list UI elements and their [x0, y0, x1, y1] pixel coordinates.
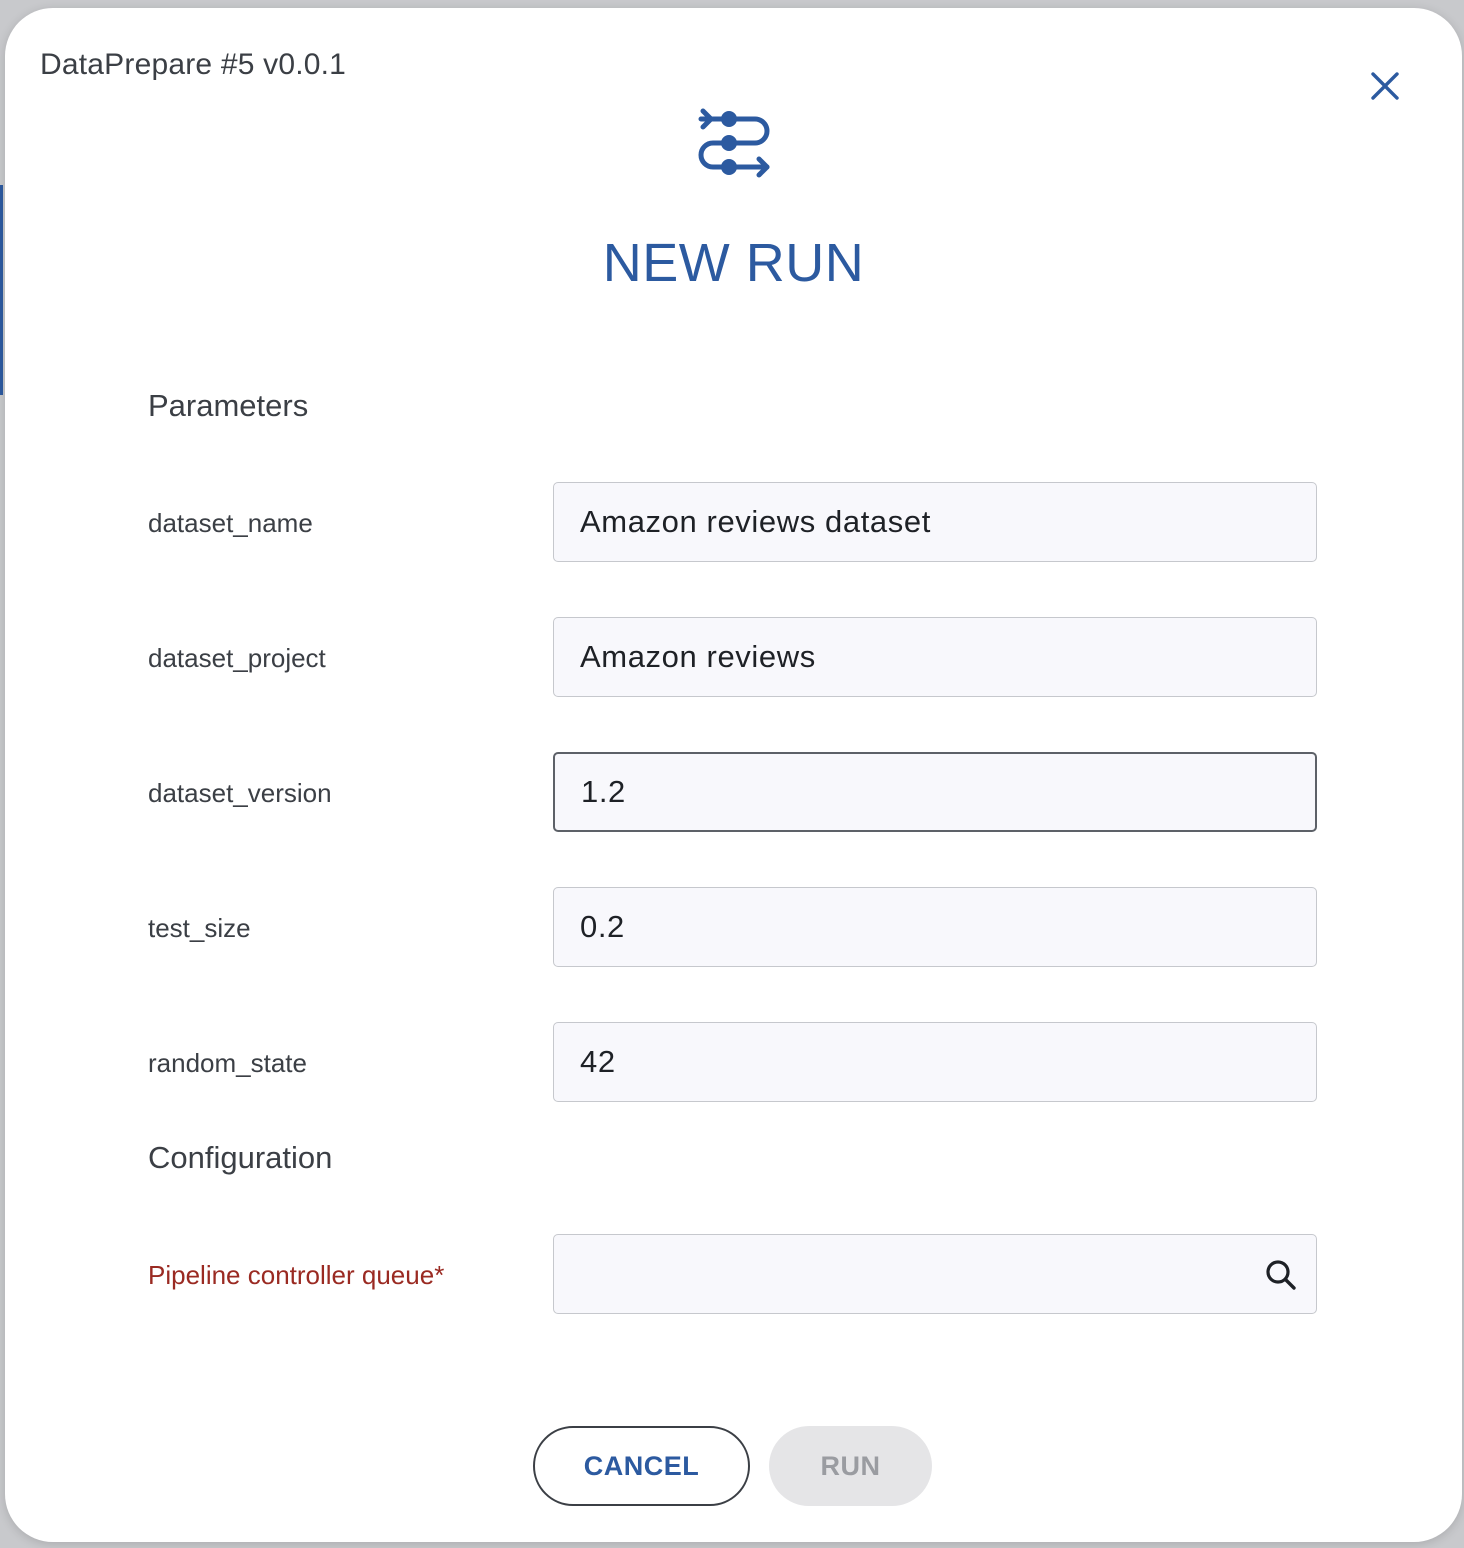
cancel-button[interactable]: CANCEL [533, 1426, 750, 1506]
test-size-label: test_size [148, 913, 251, 943]
pipeline-queue-label: Pipeline controller queue* [148, 1260, 445, 1290]
dialog-title: DataPrepare #5 v0.0.1 [40, 48, 347, 81]
background-sidebar-accent [0, 185, 3, 395]
close-button[interactable] [1365, 66, 1405, 106]
dataset-name-input[interactable] [553, 482, 1317, 562]
close-icon [1371, 72, 1399, 100]
configuration-section-title: Configuration [148, 1140, 333, 1175]
dataset-project-label: dataset_project [148, 643, 326, 673]
dataset-name-label: dataset_name [148, 508, 313, 538]
run-button[interactable]: RUN [769, 1426, 932, 1506]
pipeline-queue-field [553, 1234, 1317, 1314]
test-size-input[interactable] [553, 887, 1317, 967]
new-run-dialog: DataPrepare #5 v0.0.1 NEW RUN Parameters… [5, 8, 1462, 1542]
dataset-project-input[interactable] [553, 617, 1317, 697]
random-state-label: random_state [148, 1048, 307, 1078]
dataset-version-label: dataset_version [148, 778, 332, 808]
pipeline-queue-input[interactable] [553, 1234, 1317, 1314]
parameters-section-title: Parameters [148, 388, 309, 423]
dataset-version-input[interactable] [553, 752, 1317, 832]
dialog-heading: NEW RUN [602, 233, 865, 293]
search-icon[interactable] [1263, 1257, 1299, 1293]
pipeline-icon [698, 108, 770, 178]
random-state-input[interactable] [553, 1022, 1317, 1102]
